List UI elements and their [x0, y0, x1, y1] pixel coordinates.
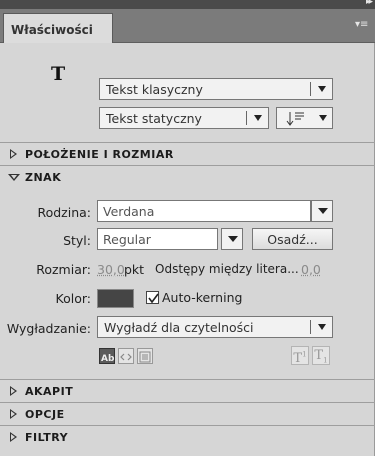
color-label: Kolor:	[55, 291, 91, 306]
chevron-down-icon	[319, 115, 327, 121]
check-icon	[148, 293, 159, 304]
dropdown-separator	[310, 320, 311, 334]
superscript-button[interactable]: T1	[291, 346, 309, 367]
subscript-button[interactable]: T1	[312, 346, 330, 365]
panel-top-strip: ▸▸	[0, 0, 375, 9]
text-border-icon	[139, 351, 151, 363]
text-engine-dropdown[interactable]: Tekst klasyczny	[99, 78, 333, 100]
chevron-down-icon	[228, 236, 238, 242]
text-tool-icon: T	[51, 63, 66, 85]
chevron-down-icon	[318, 86, 326, 92]
section-options-label: OPCJE	[25, 408, 65, 421]
render-html-button[interactable]	[118, 348, 134, 364]
text-engine-value: Tekst klasyczny	[106, 82, 203, 97]
font-size-value[interactable]: 30,0	[97, 262, 125, 277]
section-position-size[interactable]: POŁOŻENIE I ROZMIAR	[0, 142, 375, 164]
font-style-dropdown-button[interactable]	[221, 228, 243, 250]
section-filters-label: FILTRY	[25, 431, 69, 444]
render-html-icon	[120, 353, 132, 361]
letter-spacing-value[interactable]: 0,0	[301, 262, 321, 277]
panel-menu-icon[interactable]: ▾≡	[355, 20, 369, 31]
section-options[interactable]: OPCJE	[0, 402, 375, 424]
font-style-field[interactable]: Regular	[97, 228, 218, 250]
embed-button[interactable]: Osadź...	[252, 228, 333, 250]
auto-kerning-checkbox[interactable]	[146, 291, 159, 304]
auto-kerning-label: Auto-kerning	[162, 290, 243, 305]
font-family-label: Rodzina:	[37, 205, 91, 220]
anti-alias-value: Wygładź dla czytelności	[104, 320, 254, 335]
section-paragraph-label: AKAPIT	[25, 385, 74, 398]
font-style-label: Styl:	[63, 233, 91, 248]
section-position-size-label: POŁOŻENIE I ROZMIAR	[25, 148, 174, 161]
dropdown-separator	[246, 111, 247, 125]
text-border-button[interactable]	[137, 348, 153, 364]
text-orientation-dropdown[interactable]	[276, 107, 333, 129]
anti-alias-dropdown[interactable]: Wygładź dla czytelności	[97, 316, 333, 338]
section-character[interactable]: ZNAK	[0, 165, 375, 187]
tab-properties[interactable]: Właściwości	[3, 13, 113, 43]
superscript-icon: T1	[293, 351, 307, 367]
svg-text:Ab: Ab	[101, 354, 114, 364]
subscript-icon: T1	[314, 348, 328, 365]
section-filters[interactable]: FILTRY	[0, 425, 375, 447]
section-paragraph[interactable]: AKAPIT	[0, 379, 375, 401]
chevron-down-icon	[318, 324, 326, 330]
expand-arrow-icon	[10, 386, 17, 396]
selectable-text-button[interactable]: Ab	[99, 348, 115, 364]
text-orientation-icon	[286, 112, 304, 126]
font-size-unit: pkt	[124, 262, 145, 277]
collapse-arrow-icon	[8, 174, 20, 181]
text-type-dropdown[interactable]: Tekst statyczny	[99, 107, 269, 129]
letter-spacing-label: Odstępy między litera...	[155, 262, 299, 276]
font-family-dropdown-button[interactable]	[311, 200, 333, 222]
font-size-label: Rozmiar:	[36, 262, 91, 277]
expand-arrow-icon	[10, 409, 17, 419]
chevron-down-icon	[254, 115, 262, 121]
expand-arrow-icon	[10, 149, 17, 159]
properties-panel-body: T Tekst klasyczny Tekst statyczny POŁOŻE…	[0, 43, 375, 456]
chevron-down-icon	[318, 208, 328, 214]
font-family-field[interactable]: Verdana	[97, 200, 311, 222]
anti-alias-label: Wygładzanie:	[6, 321, 91, 336]
section-character-label: ZNAK	[25, 171, 62, 184]
text-type-value: Tekst statyczny	[106, 111, 202, 126]
dropdown-separator	[310, 82, 311, 96]
panel-tab-bar: Właściwości ▾≡	[0, 9, 375, 43]
double-chevron-right-icon[interactable]: ▸▸	[366, 0, 373, 7]
selectable-text-icon: Ab	[101, 354, 115, 364]
text-color-swatch[interactable]	[97, 289, 134, 308]
expand-arrow-icon	[10, 432, 17, 442]
